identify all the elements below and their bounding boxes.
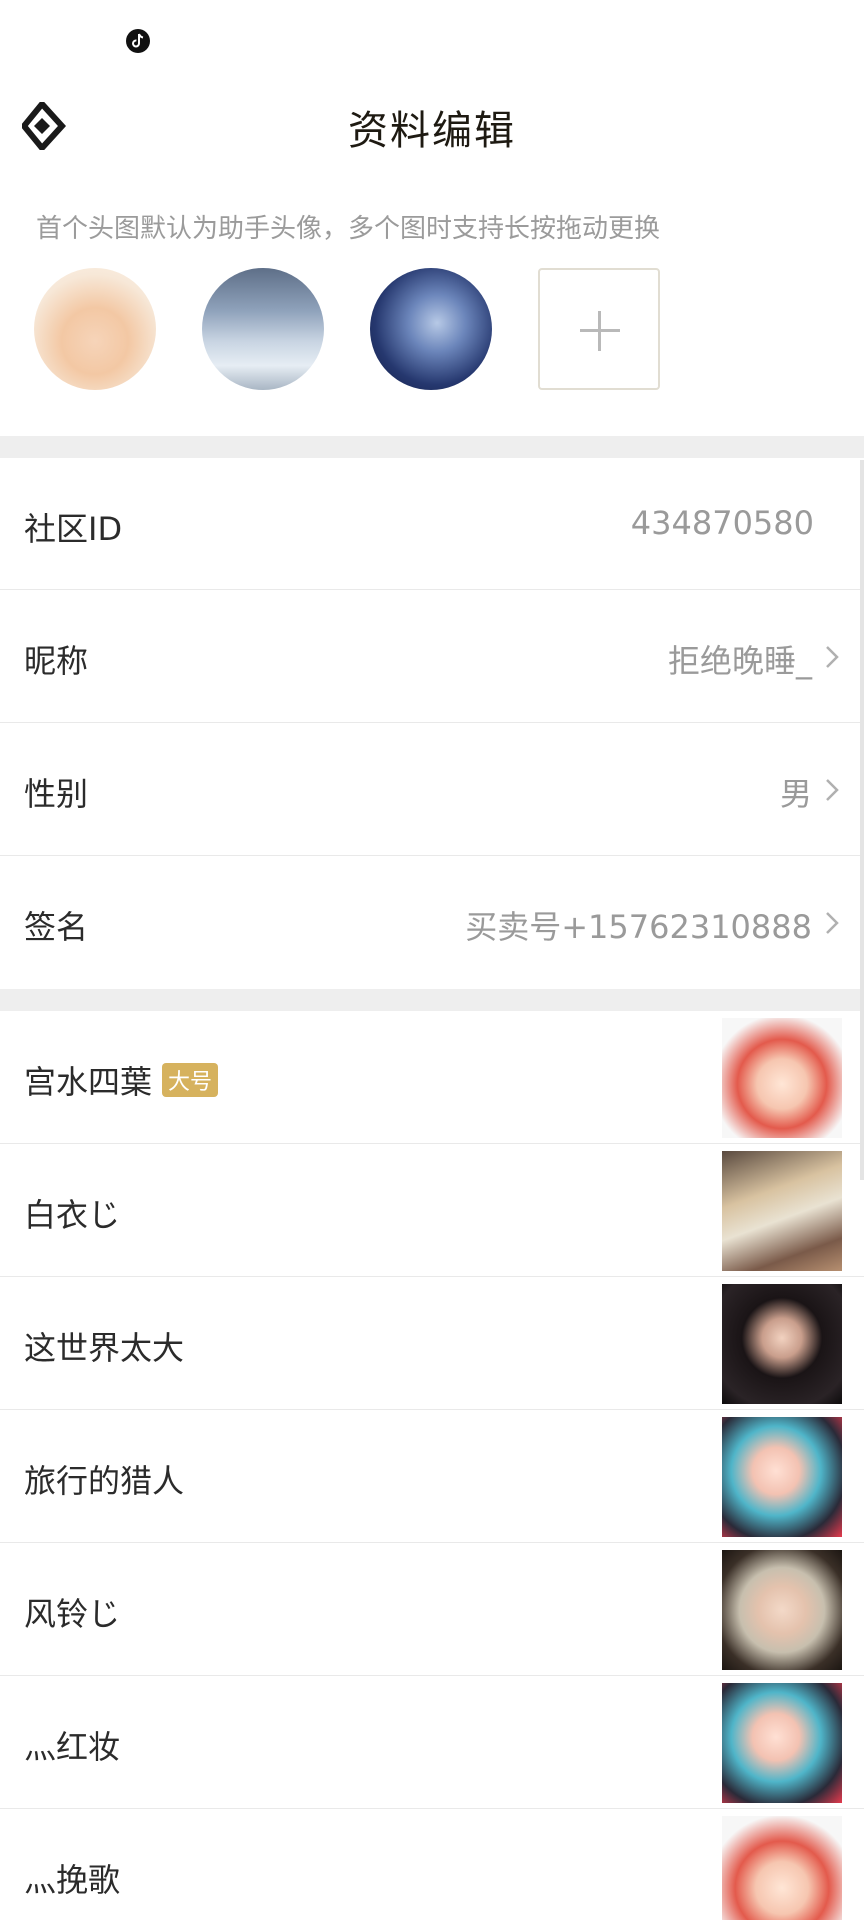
chevron-right-icon — [826, 912, 839, 934]
signature-label: 签名 — [24, 908, 89, 946]
page-title: 资料编辑 — [348, 108, 516, 154]
character-name: 这世界太大 — [24, 1329, 185, 1367]
avatar-photo-3[interactable] — [370, 268, 492, 390]
row-nickname[interactable]: 昵称 拒绝晚睡_ — [0, 590, 864, 723]
character-name: 风铃じ — [24, 1595, 121, 1633]
character-avatar — [722, 1683, 842, 1803]
gender-value: 男 — [779, 775, 812, 813]
community-id-value: 434870580 — [630, 504, 814, 542]
section-divider — [0, 989, 864, 1011]
nickname-label: 昵称 — [24, 642, 89, 680]
photo-hint: 首个头图默认为助手头像，多个图时支持长按拖动更换 — [36, 214, 661, 244]
character-avatar — [722, 1816, 842, 1920]
character-row[interactable]: 风铃じ — [0, 1543, 864, 1676]
row-community-id: 社区ID 434870580 — [0, 458, 864, 590]
character-name: 旅行的猎人 — [24, 1462, 185, 1500]
character-name: 灬红妆 — [24, 1728, 121, 1766]
chevron-right-icon — [826, 646, 839, 668]
character-row[interactable]: 灬挽歌 — [0, 1809, 864, 1920]
scrollbar[interactable] — [860, 460, 864, 1180]
chevron-right-icon — [826, 779, 839, 801]
tiktok-icon — [126, 29, 150, 53]
character-row[interactable]: 宫水四葉 大号 — [0, 1011, 864, 1144]
section-divider — [0, 436, 864, 458]
character-avatar — [722, 1417, 842, 1537]
row-signature[interactable]: 签名 买卖号+15762310888 — [0, 856, 864, 989]
gender-label: 性别 — [24, 775, 89, 813]
character-avatar — [722, 1018, 842, 1138]
character-name: 灬挽歌 — [24, 1861, 121, 1899]
character-row[interactable]: 旅行的猎人 — [0, 1410, 864, 1543]
character-name: 白衣じ — [24, 1196, 121, 1234]
avatar-photo-2[interactable] — [202, 268, 324, 390]
character-row[interactable]: 灬红妆 — [0, 1676, 864, 1809]
avatar-photo-1[interactable] — [34, 268, 156, 390]
character-avatar — [722, 1550, 842, 1670]
row-gender[interactable]: 性别 男 — [0, 723, 864, 856]
character-avatar — [722, 1284, 842, 1404]
signature-value: 买卖号+15762310888 — [465, 908, 812, 946]
character-row[interactable]: 白衣じ — [0, 1144, 864, 1277]
main-account-badge: 大号 — [162, 1063, 219, 1097]
community-id-label: 社区ID — [24, 510, 123, 548]
status-bar — [0, 0, 864, 80]
character-name: 宫水四葉 大号 — [24, 1057, 219, 1103]
character-avatar — [722, 1151, 842, 1271]
nickname-value: 拒绝晚睡_ — [667, 642, 812, 680]
character-row[interactable]: 这世界太大 — [0, 1277, 864, 1410]
nav-bar: 资料编辑 — [0, 80, 864, 172]
add-photo-button[interactable] — [538, 268, 660, 390]
